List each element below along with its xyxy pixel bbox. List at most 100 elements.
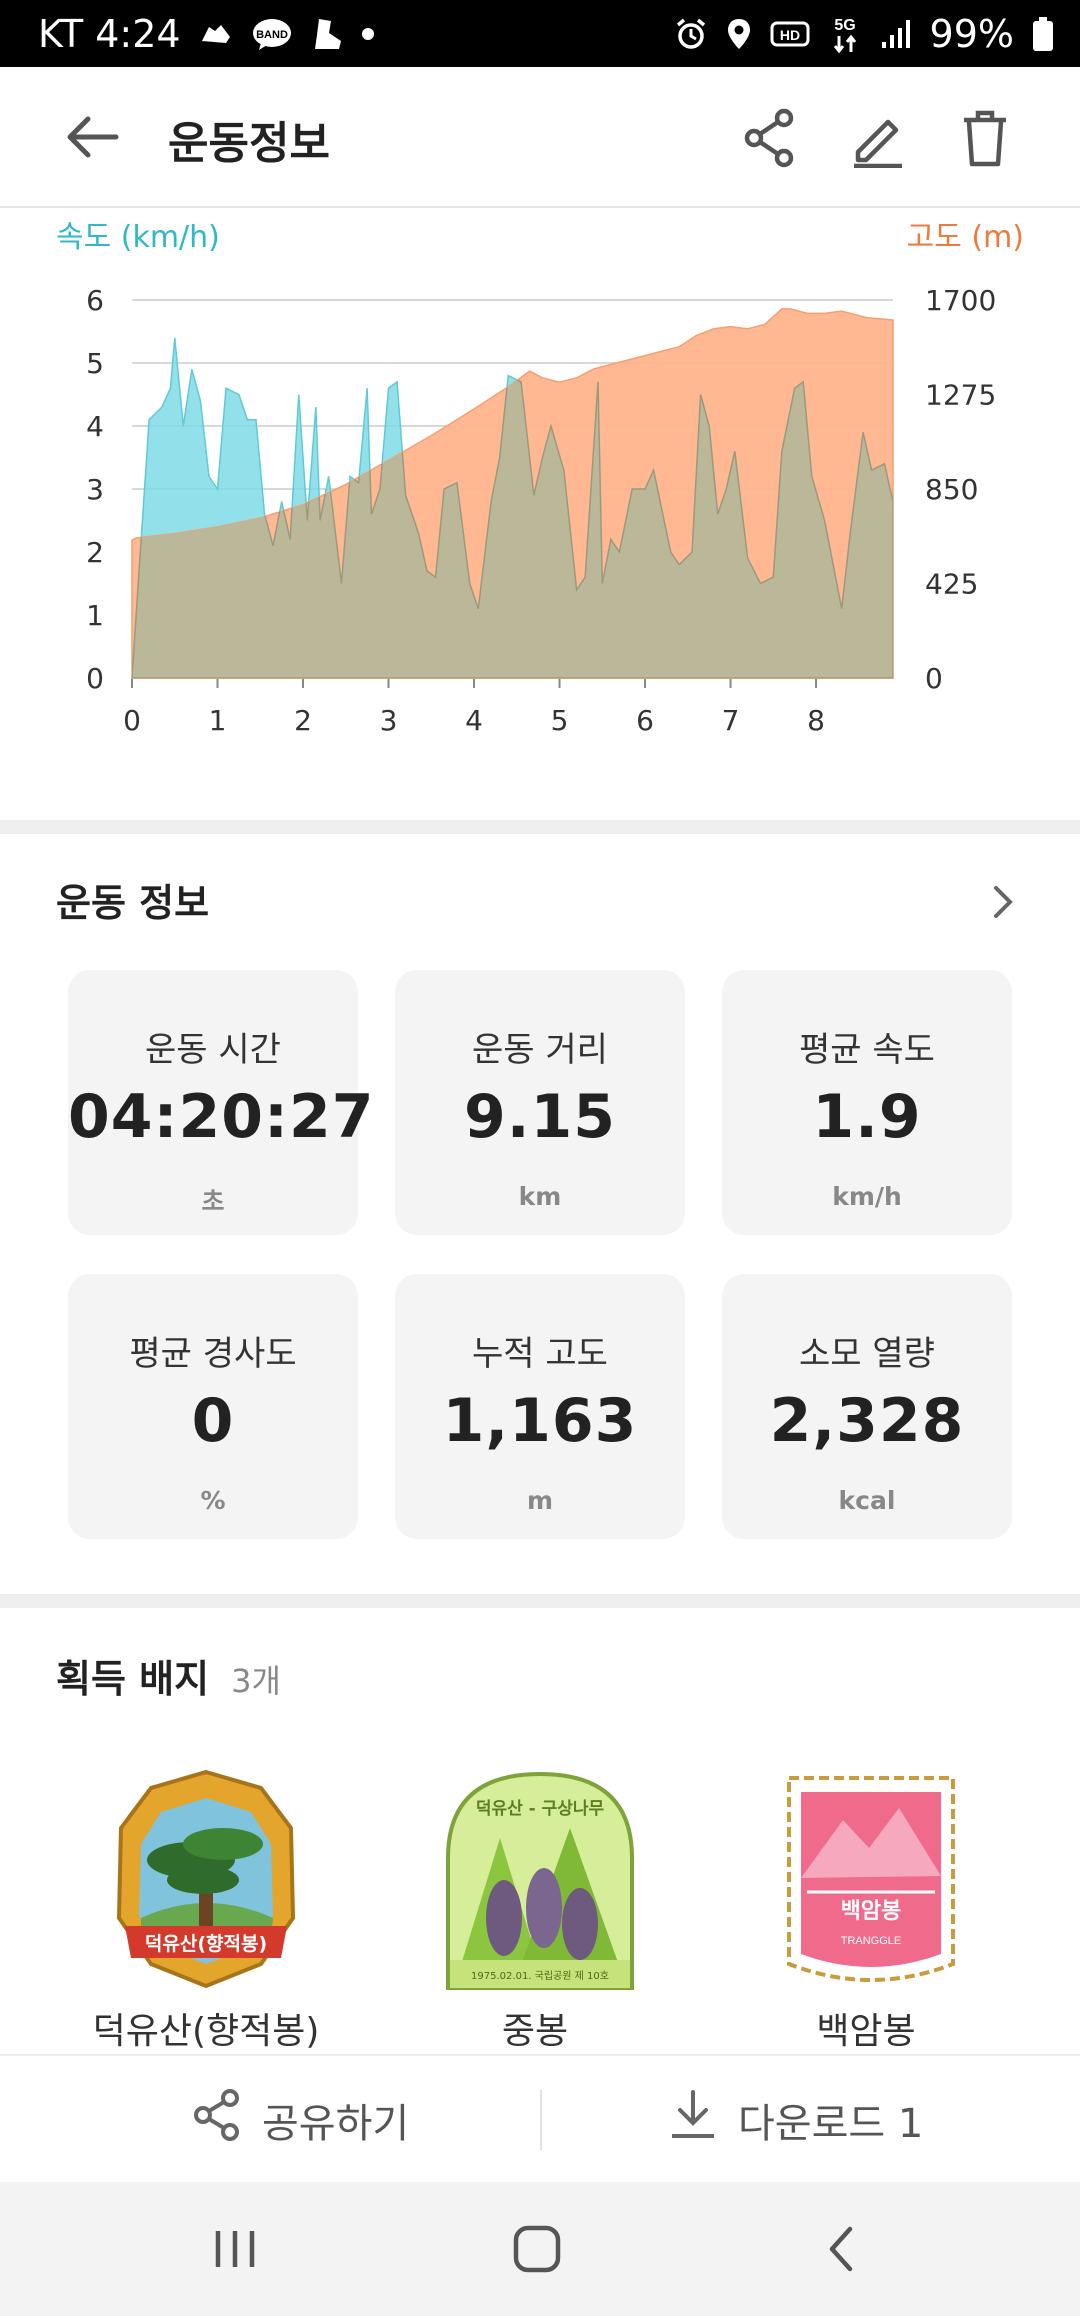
location-icon	[726, 17, 752, 51]
alarm-icon	[674, 17, 708, 51]
download-action-button[interactable]: 다운로드 1	[668, 2056, 923, 2184]
pine-tree-badge-icon: 덕유산(향적봉)	[111, 1768, 301, 1990]
download-action-label: 다운로드 1	[738, 2101, 924, 2147]
app-bar: 운동정보	[0, 67, 1080, 208]
network-5g-icon: 5G	[828, 14, 862, 54]
mountain-badge-icon: 백암봉 TRANGGLE	[771, 1768, 961, 1990]
recent-apps-icon[interactable]	[200, 2218, 270, 2280]
stat-card-distance: 운동 거리 9.15 km	[395, 970, 685, 1235]
stat-card-duration: 운동 시간 04:20:27 초	[68, 970, 375, 1235]
stat-label: 평균 속도	[799, 1030, 935, 1070]
stat-unit: %	[200, 1486, 226, 1515]
band-app-icon: BAND	[251, 17, 293, 51]
edit-icon[interactable]	[843, 103, 913, 173]
badges-section-title: 획득 배지 3개	[56, 1648, 281, 1703]
share-icon[interactable]	[735, 103, 805, 173]
x-tick-label: 1	[209, 704, 227, 737]
band-label: BAND	[256, 29, 288, 41]
carrier-time: KT 4:24	[38, 11, 181, 56]
x-tick-label: 7	[722, 704, 740, 737]
y-left-tick-label: 1	[86, 599, 104, 632]
stat-card-avg-speed: 평균 속도 1.9 km/h	[722, 970, 1012, 1235]
stat-unit: km	[518, 1182, 562, 1211]
badges-title-text: 획득 배지	[56, 1657, 210, 1701]
hiking-shoe-icon	[311, 17, 343, 51]
y-left-tick-label: 5	[86, 347, 104, 380]
x-tick-label: 6	[636, 704, 654, 737]
y-right-tick-label: 850	[925, 473, 978, 506]
action-separator	[540, 2090, 542, 2150]
stat-unit: 초	[201, 1187, 225, 1216]
y-left-tick-label: 3	[86, 473, 104, 506]
signal-icon	[880, 18, 912, 50]
stat-card-calories: 소모 열량 2,328 kcal	[722, 1274, 1012, 1539]
x-tick-label: 5	[551, 704, 569, 737]
badge-art-subtext: TRANGGLE	[841, 1935, 902, 1947]
stat-value: 0	[191, 1386, 235, 1456]
chart-canvas: 0 1 2 3 4 5 6 0 425 850 1275 1700 0 1 2 3 4 5 6 7 8	[86, 284, 996, 737]
y-left-tick-label: 2	[86, 536, 104, 569]
chevron-right-icon[interactable]	[984, 882, 1024, 922]
home-icon[interactable]	[502, 2218, 572, 2280]
hd-voice-icon: HD	[770, 19, 810, 49]
badge-name: 덕유산(향적봉)	[92, 2011, 320, 2052]
delete-icon[interactable]	[950, 103, 1020, 173]
status-left: KT 4:24 BAND	[38, 12, 375, 56]
stat-card-avg-slope: 평균 경사도 0 %	[68, 1274, 358, 1539]
y-right-tick-label: 425	[925, 568, 978, 601]
badge-art-subtext: 1975.02.01. 국립공원 제 10호	[471, 1969, 609, 1982]
stat-label: 소모 열량	[799, 1334, 935, 1374]
stat-unit: m	[526, 1486, 554, 1515]
badge-art-text: 백암봉	[841, 1899, 902, 1924]
stat-value: 9.15	[463, 1082, 617, 1152]
nav-back-icon[interactable]	[806, 2218, 876, 2280]
system-nav-bar	[0, 2182, 1080, 2316]
bottom-action-bar: 공유하기 다운로드 1	[0, 2054, 1080, 2182]
x-tick-label: 0	[123, 704, 141, 737]
x-tick-label: 8	[807, 704, 825, 737]
stat-label: 평균 경사도	[129, 1334, 297, 1374]
badge-name: 백암봉	[816, 2011, 916, 2052]
share-action-button[interactable]: 공유하기	[192, 2056, 409, 2184]
badge-count: 3개	[231, 1662, 281, 1700]
net-label: 5G	[834, 17, 855, 34]
badge-item[interactable]: 백암봉 TRANGGLE 백암봉	[736, 1768, 996, 2054]
stat-unit: km/h	[832, 1182, 902, 1211]
y-right-tick-label: 0	[925, 662, 943, 695]
back-arrow-icon[interactable]	[62, 111, 122, 163]
stat-label: 누적 고도	[472, 1334, 608, 1374]
status-bar: KT 4:24 BAND HD 5G 99%	[0, 0, 1080, 67]
share-icon	[192, 2088, 242, 2152]
badge-art-text: 덕유산 - 구상나무	[476, 1799, 605, 1819]
battery-percent: 99%	[929, 11, 1014, 56]
y-left-tick-label: 4	[86, 410, 104, 443]
y-left-tick-label: 6	[86, 284, 104, 317]
stat-value: 1,163	[442, 1386, 638, 1456]
page-title: 운동정보	[168, 118, 330, 169]
stat-unit: kcal	[838, 1486, 896, 1515]
notification-dot-icon	[361, 27, 375, 41]
y-right-tick-label: 1700	[925, 284, 996, 317]
badge-name: 중봉	[501, 2011, 569, 2052]
hd-label: HD	[779, 27, 799, 43]
y-right-tick-label: 1275	[925, 379, 996, 412]
section-divider	[0, 820, 1080, 834]
stat-label: 운동 시간	[145, 1030, 281, 1070]
stat-value: 2,328	[769, 1386, 965, 1456]
stat-value: 04:20:27	[68, 1082, 375, 1152]
pine-cone-badge-icon: 덕유산 - 구상나무 1975.02.01. 국립공원 제 10호	[440, 1768, 634, 1990]
status-right: HD 5G 99%	[674, 12, 1054, 56]
x-tick-label: 3	[380, 704, 398, 737]
badge-art-text: 덕유산(향적봉)	[145, 1933, 267, 1955]
badge-item[interactable]: 덕유산(향적봉) 덕유산(향적봉)	[76, 1768, 336, 2054]
share-action-label: 공유하기	[262, 2101, 410, 2147]
badge-item[interactable]: 덕유산 - 구상나무 1975.02.01. 국립공원 제 10호 중봉	[405, 1768, 665, 2054]
stats-section-title: 운동 정보	[56, 881, 210, 925]
running-shoe-icon	[199, 19, 233, 49]
y-left-tick-label: 0	[86, 662, 104, 695]
x-tick-label: 2	[294, 704, 312, 737]
stat-label: 운동 거리	[472, 1030, 608, 1070]
download-icon	[668, 2088, 718, 2152]
speed-elevation-chart: 속도 (km/h) 고도 (m) 0 1 2 3 4 5 6 0 425 850 1275 1700 0…	[0, 208, 1080, 820]
stat-card-total-ascent: 누적 고도 1,163 m	[395, 1274, 685, 1539]
